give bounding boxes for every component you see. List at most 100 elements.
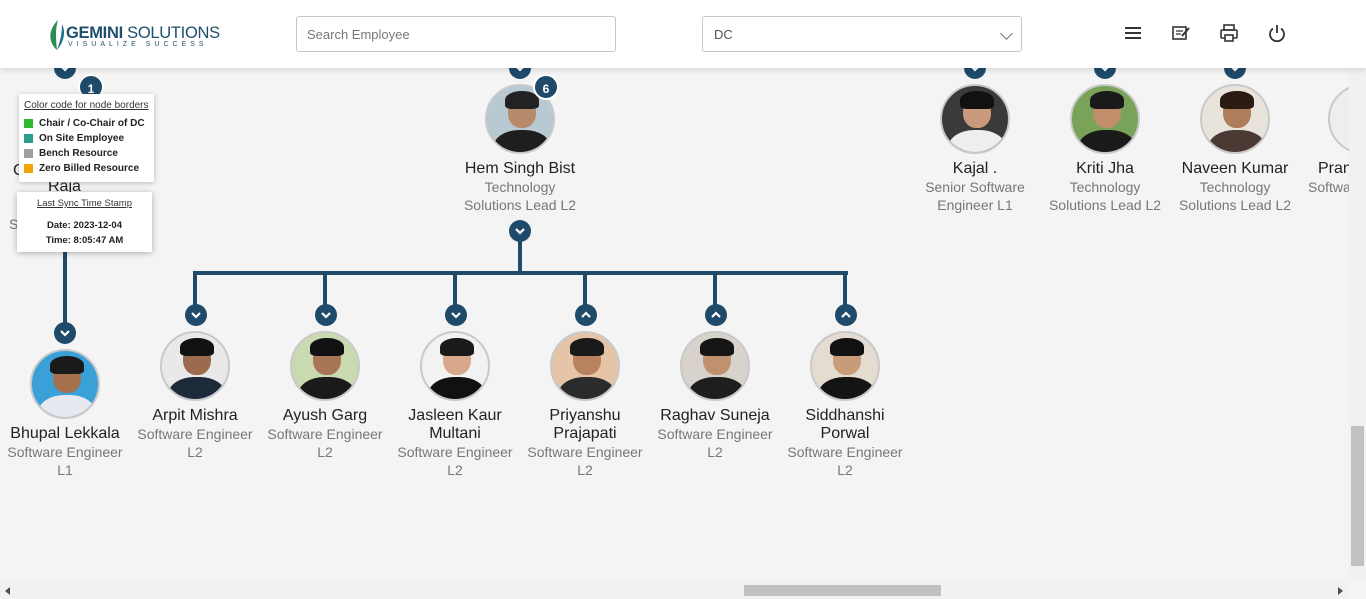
legend-swatch	[24, 134, 33, 143]
employee-node[interactable]: Siddhanshi Porwal Software Engineer L2	[780, 331, 910, 479]
horizontal-scrollbar[interactable]	[0, 582, 1349, 599]
vertical-scroll-thumb[interactable]	[1351, 426, 1364, 566]
sync-title: Last Sync Time Stamp	[36, 198, 133, 209]
employee-designation: Software Engineer	[527, 444, 643, 460]
employee-name: Naveen Kumar	[1181, 160, 1289, 177]
employee-node[interactable]: Kajal . Senior Software Engineer L1	[910, 84, 1040, 214]
employee-name: Bhupal Lekkala	[10, 425, 120, 442]
employee-name: Priyanshu	[549, 407, 621, 424]
child-count-badge: 6	[533, 74, 559, 100]
power-icon[interactable]	[1266, 22, 1288, 44]
chevron-down-icon	[451, 312, 461, 319]
employee-designation: L2	[187, 444, 203, 460]
collapse-toggle[interactable]	[835, 304, 857, 326]
employee-designation: L2	[837, 462, 853, 478]
employee-node[interactable]: Ayush Garg Software Engineer L2	[260, 331, 390, 461]
employee-name: Kriti Jha	[1076, 160, 1134, 177]
avatar	[420, 331, 490, 401]
legend-item: On Site Employee	[24, 133, 149, 144]
employee-node[interactable]: Bhupal Lekkala Software Engineer L1	[0, 349, 130, 479]
dc-select[interactable]: DC	[702, 16, 1022, 52]
chevron-down-icon	[321, 312, 331, 319]
sync-date: Date: 2023-12-04	[47, 220, 122, 231]
employee-designation: Senior Software	[925, 179, 1025, 195]
employee-name: Siddhanshi	[805, 407, 885, 424]
scroll-left-arrow-icon[interactable]	[5, 587, 10, 595]
expand-toggle[interactable]	[54, 322, 76, 344]
employee-node-lead[interactable]: Hem Singh Bist Technology Solutions Lead…	[455, 84, 585, 214]
chevron-down-icon	[1000, 27, 1013, 40]
employee-name: Arpit Mishra	[152, 407, 238, 424]
print-icon[interactable]	[1218, 22, 1240, 44]
children-connector-bar	[193, 271, 848, 275]
feedback-icon[interactable]	[1170, 22, 1192, 44]
leaf-logo-icon	[50, 20, 65, 50]
employee-name: Kajal .	[952, 160, 998, 177]
legend-title: Color code for node borders	[24, 100, 149, 111]
avatar	[940, 84, 1010, 154]
employee-designation: Software Engineer	[267, 426, 383, 442]
lead-connector	[518, 240, 522, 274]
chevron-down-icon	[515, 228, 525, 235]
employee-designation: Solutions Lead L2	[1178, 197, 1292, 213]
sync-timestamp-card: Last Sync Time Stamp Date: 2023-12-04 Ti…	[17, 192, 152, 252]
search-employee-input[interactable]	[296, 16, 616, 52]
expand-toggle[interactable]	[185, 304, 207, 326]
chevron-up-icon	[581, 311, 591, 318]
gemini-logo[interactable]: GEMINI SOLUTIONS VISUALIZE SUCCESS	[46, 16, 220, 52]
employee-designation: L2	[577, 462, 593, 478]
employee-name: Porwal	[820, 425, 870, 442]
avatar	[810, 331, 880, 401]
scroll-right-arrow-icon[interactable]	[1338, 587, 1343, 595]
employee-name: Prajapati	[553, 425, 617, 442]
expand-toggle[interactable]	[509, 220, 531, 242]
employee-designation: Software Engineer	[787, 444, 903, 460]
avatar	[290, 331, 360, 401]
avatar	[550, 331, 620, 401]
chevron-down-icon	[191, 312, 201, 319]
legend-swatch	[24, 149, 33, 158]
employee-designation: Engineer L1	[937, 197, 1013, 213]
employee-designation: Solutions Lead L2	[1048, 197, 1162, 213]
employee-node[interactable]: Arpit Mishra Software Engineer L2	[130, 331, 260, 461]
employee-designation: L2	[317, 444, 333, 460]
left-connector	[63, 250, 67, 330]
employee-node[interactable]: Jasleen Kaur Multani Software Engineer L…	[390, 331, 520, 479]
legend-swatch	[24, 164, 33, 173]
sync-time: Time: 8:05:47 AM	[45, 235, 124, 246]
avatar	[1070, 84, 1140, 154]
employee-name: Jasleen Kaur	[408, 407, 502, 424]
employee-node[interactable]: Kriti Jha Technology Solutions Lead L2	[1040, 84, 1170, 214]
chevron-up-icon	[841, 311, 851, 318]
chevron-up-icon	[711, 311, 721, 318]
employee-designation: Technology	[484, 179, 556, 195]
menu-icon[interactable]	[1122, 22, 1144, 44]
top-header: GEMINI SOLUTIONS VISUALIZE SUCCESS DC	[0, 0, 1366, 68]
legend-swatch	[24, 119, 33, 128]
employee-designation: L1	[57, 462, 73, 478]
legend-item: Bench Resource	[24, 148, 149, 159]
avatar	[680, 331, 750, 401]
employee-designation: Software Engineer	[7, 444, 123, 460]
employee-designation: L2	[447, 462, 463, 478]
employee-designation: Software Engineer	[137, 426, 253, 442]
horizontal-scroll-thumb[interactable]	[744, 585, 941, 596]
expand-toggle[interactable]	[315, 304, 337, 326]
collapse-toggle[interactable]	[705, 304, 727, 326]
employee-name: Raghav Suneja	[660, 407, 770, 424]
legend-item: Zero Billed Resource	[24, 163, 149, 174]
employee-node[interactable]: Naveen Kumar Technology Solutions Lead L…	[1170, 84, 1300, 214]
expand-toggle[interactable]	[445, 304, 467, 326]
employee-node[interactable]: Priyanshu Prajapati Software Engineer L2	[520, 331, 650, 479]
employee-designation: Software Engineer	[397, 444, 513, 460]
color-code-legend: Color code for node borders Chair / Co-C…	[19, 94, 154, 182]
employee-name: Multani	[429, 425, 481, 442]
employee-node[interactable]: Raghav Suneja Software Engineer L2	[650, 331, 780, 461]
employee-designation: Software Engineer	[657, 426, 773, 442]
employee-designation: Technology	[1069, 179, 1141, 195]
collapse-toggle[interactable]	[575, 304, 597, 326]
avatar	[1200, 84, 1270, 154]
logo-tagline: VISUALIZE SUCCESS	[68, 41, 208, 48]
employee-name: Hem Singh Bist	[464, 160, 576, 177]
employee-designation: Solutions Lead L2	[463, 197, 577, 213]
